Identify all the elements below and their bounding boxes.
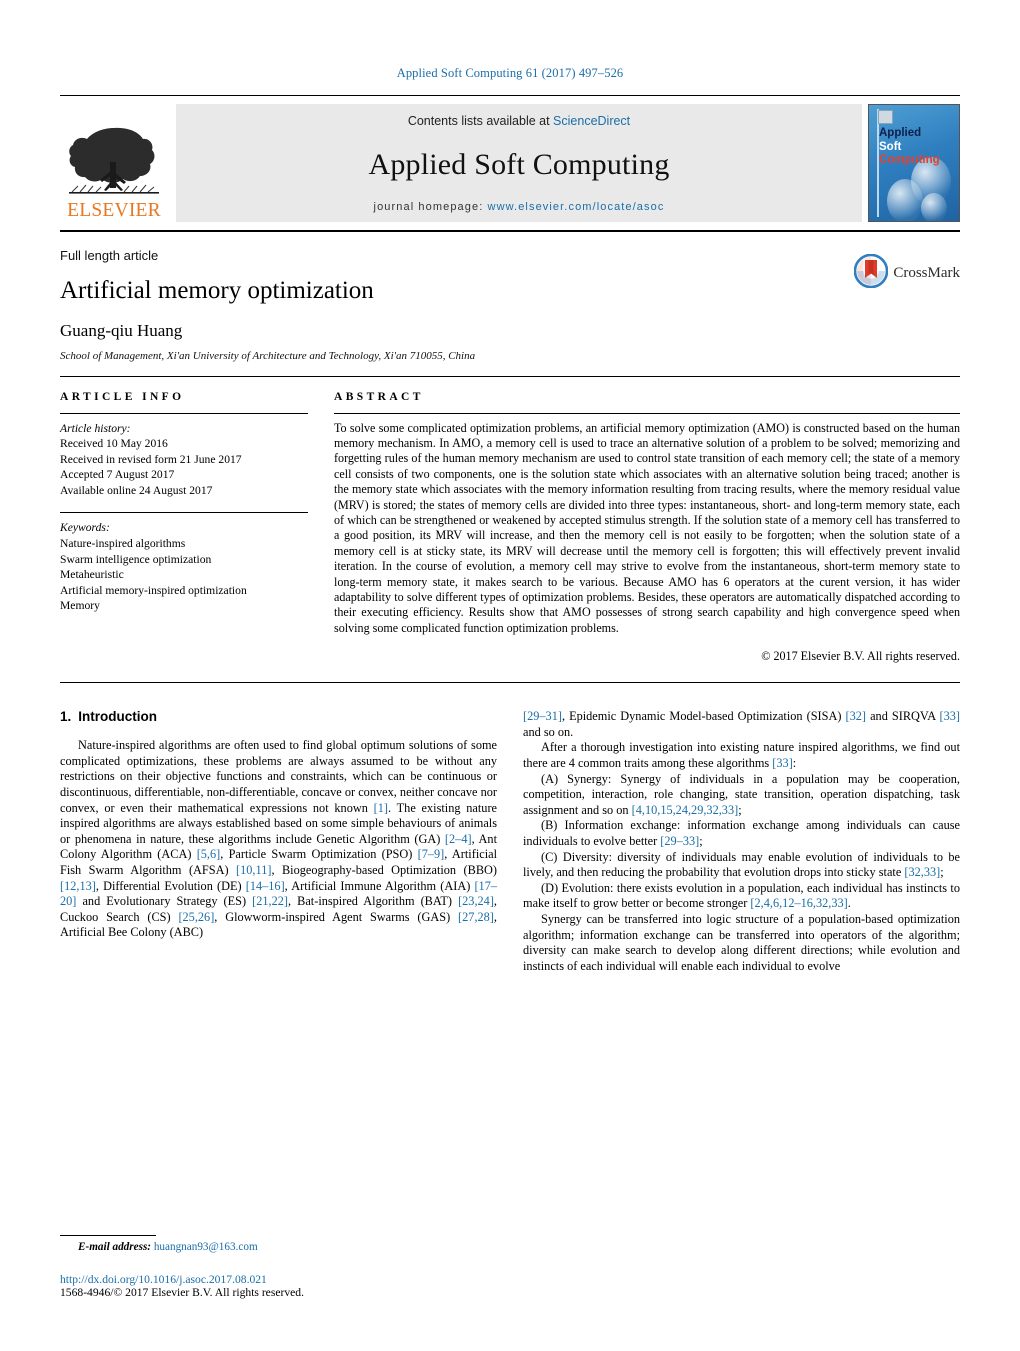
abstract-copyright: © 2017 Elsevier B.V. All rights reserved… xyxy=(761,649,960,664)
citation-ref[interactable]: [7–9] xyxy=(418,847,445,861)
citation-ref[interactable]: [27,28] xyxy=(458,910,494,924)
keyword-item: Memory xyxy=(60,599,100,613)
journal-band: Contents lists available at ScienceDirec… xyxy=(176,104,862,222)
paragraph: After a thorough investigation into exis… xyxy=(523,740,960,770)
keyword-item: Artificial memory-inspired optimization xyxy=(60,583,247,597)
paragraph: [29–31], Epidemic Dynamic Model-based Op… xyxy=(523,709,961,739)
page-title: Artificial memory optimization xyxy=(60,277,374,304)
contents-prefix: Contents lists available at xyxy=(407,114,554,128)
crossmark-badge[interactable]: CrossMark xyxy=(854,253,960,293)
cover-stamp-icon xyxy=(878,110,893,124)
paragraph: Nature-inspired algorithms are often use… xyxy=(60,738,498,940)
citation-ref[interactable]: [33] xyxy=(772,756,793,770)
citation-ref[interactable]: [10,11] xyxy=(236,863,271,877)
journal-homepage-link[interactable]: www.elsevier.com/locate/asoc xyxy=(488,201,665,213)
abstract-text: To solve some complicated optimization p… xyxy=(334,420,960,635)
section-heading-introduction: 1. Introduction xyxy=(60,709,497,724)
author-affiliation: School of Management, Xi'an University o… xyxy=(60,349,476,362)
cover-line-2: Soft xyxy=(879,140,902,153)
section-number: 1. xyxy=(60,709,72,725)
abstract-column: ABSTRACT To solve some complicated optim… xyxy=(334,391,960,665)
article-info-rule-top xyxy=(60,412,308,414)
cover-blob-2 xyxy=(887,179,923,221)
body-columns: 1. Introduction Nature-inspired algorithm… xyxy=(60,709,960,974)
cover-blob-3 xyxy=(921,193,947,221)
citation-ref[interactable]: [2–4] xyxy=(445,832,472,846)
history-item: Available online 24 August 2017 xyxy=(60,483,213,497)
section-label: Introduction xyxy=(78,709,157,725)
doi-link[interactable]: http://dx.doi.org/10.1016/j.asoc.2017.08… xyxy=(60,1273,508,1286)
paragraph: Synergy can be transferred into logic st… xyxy=(523,911,960,973)
citation-ref[interactable]: [12,13] xyxy=(60,879,96,893)
paragraph: (B) Information exchange: information ex… xyxy=(523,818,960,848)
citation-ref[interactable]: [5,6] xyxy=(197,847,221,861)
citation-ref[interactable]: [2,4,6,12–16,32,33] xyxy=(750,896,847,910)
keywords-label: Keywords: xyxy=(60,521,110,535)
citation-ref[interactable]: [32,33] xyxy=(904,865,940,879)
email-footnote: E-mail address: huangnan93@163.com xyxy=(60,1241,508,1253)
article-history-label: Article history: xyxy=(60,421,131,435)
keyword-item: Nature-inspired algorithms xyxy=(60,537,186,551)
title-block: Full length article Artificial memory op… xyxy=(60,232,960,362)
keyword-item: Metaheuristic xyxy=(60,568,124,582)
author-name: Guang-qiu Huang xyxy=(60,320,183,340)
paper-page: Applied Soft Computing 61 (2017) 497–526 xyxy=(0,0,1020,1351)
issn-copyright-line: 1568-4946/© 2017 Elsevier B.V. All right… xyxy=(60,1286,304,1299)
citation-ref[interactable]: [29–31] xyxy=(523,709,562,723)
article-history-group: Article history: Received 10 May 2016 Re… xyxy=(60,421,308,499)
info-abstract-region: ARTICLE INFO Article history: Received 1… xyxy=(60,377,960,665)
citation-ref[interactable]: [1] xyxy=(374,801,388,815)
history-item: Received 10 May 2016 xyxy=(60,437,168,451)
crossmark-icon xyxy=(854,253,889,293)
citation-ref[interactable]: [32] xyxy=(846,709,867,723)
citation-ref[interactable]: [23,24] xyxy=(458,894,494,908)
article-info-rule-mid xyxy=(60,512,308,514)
journal-title: Applied Soft Computing xyxy=(368,147,670,181)
page-footer: E-mail address: huangnan93@163.com http:… xyxy=(60,1235,508,1299)
citation-ref[interactable]: [14–16] xyxy=(246,879,285,893)
history-item: Received in revised form 21 June 2017 xyxy=(60,452,242,466)
citation-ref[interactable]: [21,22] xyxy=(252,894,288,908)
sciencedirect-link[interactable]: ScienceDirect xyxy=(553,114,630,128)
email-link[interactable]: huangnan93@163.com xyxy=(154,1241,258,1253)
journal-cover-thumbnail: Applied Soft Computing xyxy=(868,104,960,222)
article-info-column: ARTICLE INFO Article history: Received 1… xyxy=(60,391,308,665)
history-item: Accepted 7 August 2017 xyxy=(60,468,175,482)
paragraph: (A) Synergy: Synergy of individuals in a… xyxy=(523,771,960,817)
elsevier-logo: ELSEVIER xyxy=(60,104,168,222)
abstract-heading: ABSTRACT xyxy=(334,390,424,403)
body-column-left: 1. Introduction Nature-inspired algorithm… xyxy=(60,709,497,974)
elsevier-wordmark: ELSEVIER xyxy=(67,199,161,221)
abstract-rule-top xyxy=(334,412,960,414)
contents-available-line: Contents lists available at ScienceDirec… xyxy=(408,114,630,128)
paragraph: (D) Evolution: there exists evolution in… xyxy=(523,880,960,911)
body-column-right: [29–31], Epidemic Dynamic Model-based Op… xyxy=(523,709,960,974)
citation-ref[interactable]: [29–33] xyxy=(660,834,699,848)
running-head: Applied Soft Computing 61 (2017) 497–526 xyxy=(396,66,624,80)
footnote-rule xyxy=(60,1235,156,1236)
keyword-item: Swarm intelligence optimization xyxy=(60,552,212,566)
cover-title: Applied Soft Computing xyxy=(879,127,940,168)
citation-ref[interactable]: [4,10,15,24,29,32,33] xyxy=(632,803,739,817)
keywords-group: Keywords: Nature-inspired algorithms Swa… xyxy=(60,520,308,614)
paragraph: (C) Diversity: diversity of individuals … xyxy=(523,849,960,880)
email-label: E-mail address: xyxy=(78,1241,152,1253)
elsevier-tree-icon xyxy=(66,122,162,200)
citation-ref[interactable]: [25,26] xyxy=(178,910,214,924)
abstract-bottom-rule xyxy=(60,682,960,684)
cover-line-3: Computing xyxy=(879,154,940,166)
crossmark-label: CrossMark xyxy=(893,265,960,281)
journal-masthead: ELSEVIER Contents lists available at Sci… xyxy=(60,95,960,222)
citation-ref[interactable]: [33] xyxy=(940,709,961,723)
article-info-heading: ARTICLE INFO xyxy=(60,390,185,403)
journal-homepage-line: journal homepage: www.elsevier.com/locat… xyxy=(374,201,665,213)
doi-block: http://dx.doi.org/10.1016/j.asoc.2017.08… xyxy=(60,1273,508,1299)
homepage-prefix: journal homepage: xyxy=(373,201,488,213)
cover-line-1: Applied xyxy=(879,127,922,139)
article-type-label: Full length article xyxy=(60,248,159,263)
